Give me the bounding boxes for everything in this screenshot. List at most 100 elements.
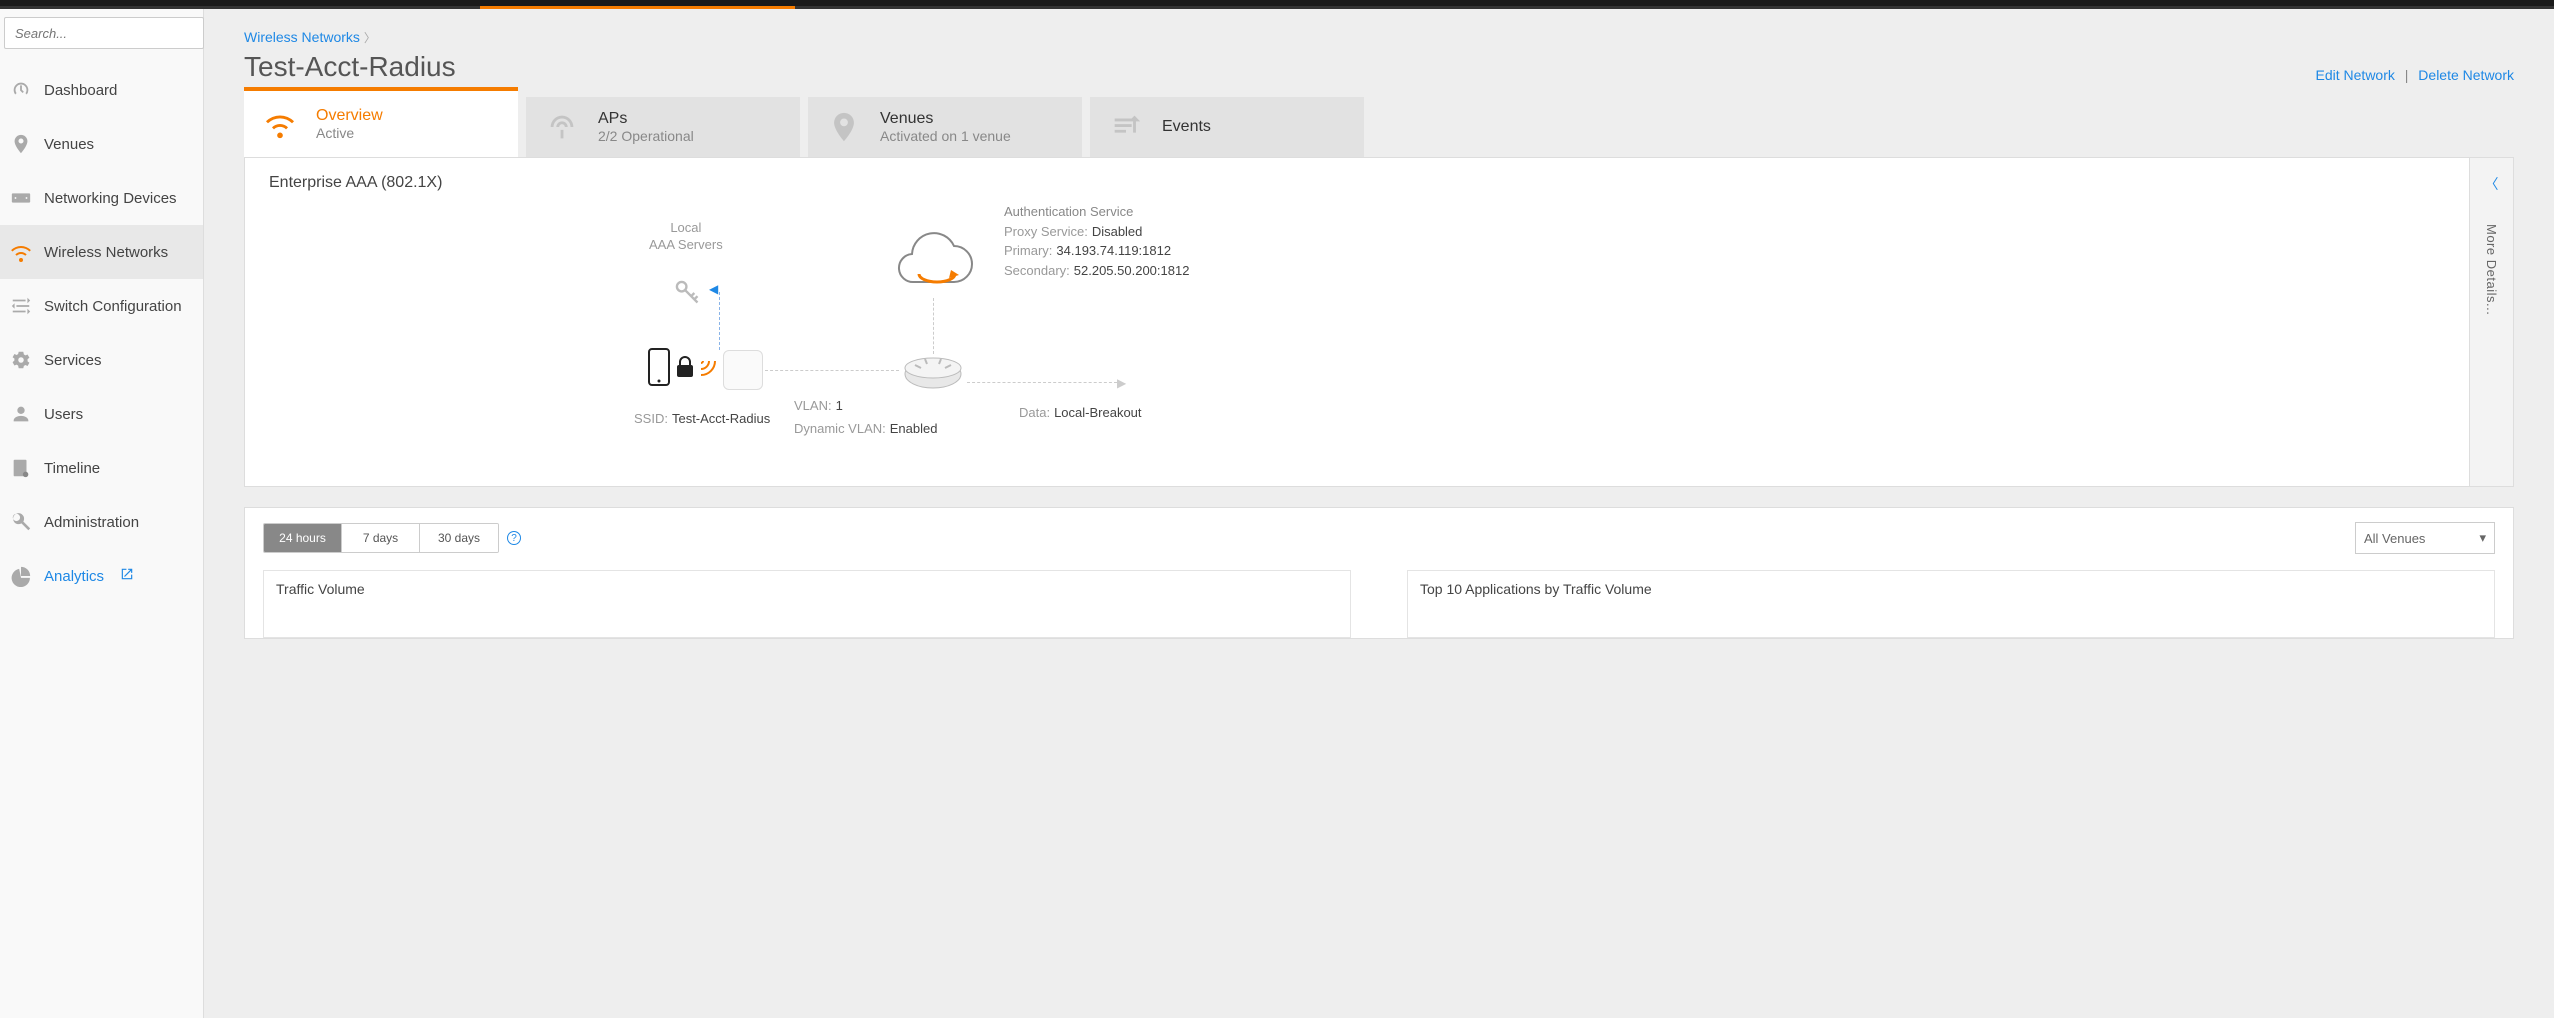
time-range-selector: 24 hours 7 days 30 days xyxy=(263,523,499,553)
device-icon xyxy=(8,185,34,211)
chevron-left-icon: 〈 xyxy=(2485,174,2499,194)
gauge-icon xyxy=(8,77,34,103)
tab-bar: OverviewActive APs2/2 Operational Venues… xyxy=(244,97,2554,157)
chevron-down-icon: ▾ xyxy=(2479,530,2486,546)
sidebar-item-label: Services xyxy=(44,352,102,369)
panel-title: Enterprise AAA (802.1X) xyxy=(269,174,2445,192)
search-wrap xyxy=(0,9,203,57)
overview-panel-wrap: Enterprise AAA (802.1X) LocalAAA Servers… xyxy=(244,157,2514,487)
top-bar xyxy=(0,0,2554,9)
venue-filter-label: All Venues xyxy=(2364,531,2425,546)
data-row: Data:Local-Breakout xyxy=(1019,404,1142,422)
signal-icon xyxy=(699,355,717,379)
sidebar-nav: Dashboard Venues Networking Devices Wire… xyxy=(0,63,203,603)
lock-icon xyxy=(675,355,695,379)
ssid-row: SSID:Test-Acct-Radius xyxy=(634,410,770,428)
more-details-toggle[interactable]: 〈 More Details... xyxy=(2470,157,2514,487)
tab-subtitle: Active xyxy=(316,125,383,141)
pin-icon xyxy=(8,131,34,157)
user-icon xyxy=(8,401,34,427)
secondary-value: 52.205.50.200:1812 xyxy=(1074,263,1190,278)
chevron-right-icon: 〉 xyxy=(364,31,376,45)
sidebar-item-dashboard[interactable]: Dashboard xyxy=(0,63,203,117)
delete-network-link[interactable]: Delete Network xyxy=(2418,67,2514,83)
search-input[interactable] xyxy=(4,17,204,49)
help-icon[interactable]: ? xyxy=(507,531,521,545)
card-title: Top 10 Applications by Traffic Volume xyxy=(1420,581,2482,597)
more-details-label: More Details... xyxy=(2484,224,2499,315)
sidebar-item-devices[interactable]: Networking Devices xyxy=(0,171,203,225)
proxy-value: Disabled xyxy=(1092,224,1143,239)
sidebar-item-users[interactable]: Users xyxy=(0,387,203,441)
tab-title: Venues xyxy=(880,110,1011,128)
sidebar-item-switch[interactable]: Switch Configuration xyxy=(0,279,203,333)
sidebar-item-timeline[interactable]: Timeline xyxy=(0,441,203,495)
range-30d[interactable]: 30 days xyxy=(420,524,498,552)
breadcrumb-parent[interactable]: Wireless Networks xyxy=(244,29,360,45)
sidebar-item-label: Administration xyxy=(44,514,139,531)
main-content: Wireless Networks 〉 Test-Acct-Radius Edit… xyxy=(204,9,2554,1018)
page-title: Test-Acct-Radius xyxy=(244,51,456,83)
sidebar-item-label: Networking Devices xyxy=(44,190,177,207)
local-aaa-label: LocalAAA Servers xyxy=(649,220,723,254)
phone-icon xyxy=(647,347,671,387)
ap-icon xyxy=(544,109,580,145)
tab-subtitle: Activated on 1 venue xyxy=(880,128,1011,144)
tab-overview[interactable]: OverviewActive xyxy=(244,87,518,157)
switch-icon xyxy=(8,293,34,319)
card-title: Traffic Volume xyxy=(276,581,1338,597)
tab-title: Events xyxy=(1162,118,1211,136)
cloud-icon xyxy=(889,232,979,307)
sidebar-item-venues[interactable]: Venues xyxy=(0,117,203,171)
traffic-section: 24 hours 7 days 30 days ? All Venues ▾ T… xyxy=(244,507,2514,639)
timeline-icon xyxy=(8,455,34,481)
arrow-left-icon: ◀ xyxy=(709,282,718,296)
sidebar-item-label: Dashboard xyxy=(44,82,117,99)
tab-venues[interactable]: VenuesActivated on 1 venue xyxy=(808,97,1082,157)
pin-icon xyxy=(826,109,862,145)
secondary-label: Secondary: xyxy=(1004,263,1070,278)
wifi-icon xyxy=(262,106,298,142)
sidebar-item-label: Timeline xyxy=(44,460,100,477)
sidebar: Dashboard Venues Networking Devices Wire… xyxy=(0,9,204,1018)
gear-icon xyxy=(8,347,34,373)
sidebar-item-label: Users xyxy=(44,406,83,423)
pie-icon xyxy=(8,563,34,589)
auth-service-block: Authentication Service Proxy Service: Dis… xyxy=(1004,202,1189,280)
primary-value: 34.193.74.119:1812 xyxy=(1056,243,1171,258)
access-point-icon xyxy=(723,350,763,390)
sidebar-item-label: Wireless Networks xyxy=(44,244,168,261)
traffic-volume-card: Traffic Volume xyxy=(263,570,1351,638)
sidebar-item-label: Venues xyxy=(44,136,94,153)
wrench-icon xyxy=(8,509,34,535)
events-icon xyxy=(1108,109,1144,145)
sidebar-item-analytics[interactable]: Analytics xyxy=(0,549,203,603)
tab-events[interactable]: Events xyxy=(1090,97,1364,157)
divider: | xyxy=(2405,67,2409,83)
range-24h[interactable]: 24 hours xyxy=(264,524,342,552)
tab-subtitle: 2/2 Operational xyxy=(598,128,694,144)
external-link-icon xyxy=(120,567,134,585)
top-apps-card: Top 10 Applications by Traffic Volume xyxy=(1407,570,2495,638)
auth-heading: Authentication Service xyxy=(1004,202,1189,222)
sidebar-item-admin[interactable]: Administration xyxy=(0,495,203,549)
topology-diagram: LocalAAA Servers ◀ Authentication Servic… xyxy=(269,202,2445,462)
sidebar-item-label: Switch Configuration xyxy=(44,298,182,315)
sidebar-item-wireless[interactable]: Wireless Networks xyxy=(0,225,203,279)
dynamic-vlan-row: Dynamic VLAN:Enabled xyxy=(794,420,937,438)
sidebar-item-label: Analytics xyxy=(44,568,104,585)
overview-panel: Enterprise AAA (802.1X) LocalAAA Servers… xyxy=(244,157,2470,487)
sidebar-item-services[interactable]: Services xyxy=(0,333,203,387)
wifi-icon xyxy=(8,239,34,265)
range-7d[interactable]: 7 days xyxy=(342,524,420,552)
venue-filter-select[interactable]: All Venues ▾ xyxy=(2355,522,2495,554)
vlan-row: VLAN:1 xyxy=(794,397,843,415)
proxy-label: Proxy Service: xyxy=(1004,224,1088,239)
tab-title: Overview xyxy=(316,107,383,125)
client-device-group xyxy=(647,347,717,387)
keys-icon xyxy=(669,274,707,317)
tab-title: APs xyxy=(598,110,694,128)
edit-network-link[interactable]: Edit Network xyxy=(2316,67,2395,83)
tab-aps[interactable]: APs2/2 Operational xyxy=(526,97,800,157)
router-icon xyxy=(901,350,965,399)
